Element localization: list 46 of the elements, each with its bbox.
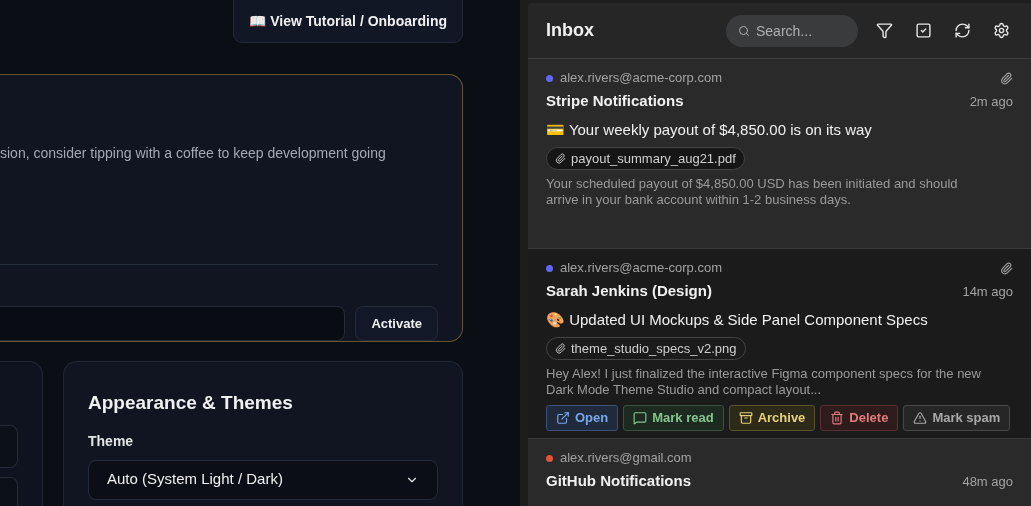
tutorial-button[interactable]: 📖 View Tutorial / Onboarding [233,0,463,43]
attachment-chip[interactable]: payout_summary_aug21.pdf [546,147,745,170]
input-field[interactable] [0,425,18,468]
email-action-button[interactable]: Mark read [623,405,724,431]
sender-name: Sarah Jenkins (Design) [546,281,712,301]
support-text: sion, consider tipping with a coffee to keep development going [0,144,387,163]
email-preview: Your scheduled payout of $4,850.00 USD has been initiated and should arrive in your bank account within 1-2 business days. [546,176,959,208]
settings-icon [993,22,1010,39]
sender-name: GitHub Notifications [546,471,691,491]
email-action-button[interactable]: Open [546,405,619,431]
sender-name: Stripe Notifications [546,91,684,111]
refresh-icon [954,22,971,39]
email-item[interactable]: alex.rivers@gmail.com GitHub Notifications 48m ago [528,439,1031,506]
account-email: alex.rivers@gmail.com [560,449,692,468]
filter-icon [876,22,893,39]
paperclip-icon [555,153,566,164]
license-key-field[interactable] [0,306,346,341]
email-time: 2m ago [969,92,1013,111]
account-email: alex.rivers@acme-corp.com [560,259,722,278]
account-email: alex.rivers@acme-corp.com [560,69,722,88]
checkbox-icon [915,22,932,39]
archive-icon [738,411,753,425]
email-preview: Hey Alex! I just finalized the interactive Figma component specs for the new Dark Mode Theme Studio and compact layout... [546,366,982,398]
activate-button[interactable]: Activate [355,306,438,341]
theme-select[interactable]: Auto (System Light / Dark) [88,459,438,500]
trash-icon [830,411,845,425]
search-icon [738,24,750,37]
email-item[interactable] [528,59,1031,249]
email-time: 14m ago [962,282,1013,301]
email-item[interactable] [528,249,1031,439]
paperclip-icon [555,343,566,354]
inbox-title: Inbox [546,19,594,42]
search-field[interactable]: Search... [726,14,858,47]
input-field[interactable] [0,477,18,506]
email-action-button[interactable]: Mark spam [903,405,1011,431]
card-title: Appearance & Themes [88,391,294,415]
theme-label: Theme [88,431,135,451]
attachment-chip[interactable]: theme_studio_specs_v2.png [546,337,746,360]
email-subject: 💳 Your weekly payout of $4,850.00 is on its way [546,119,873,140]
email-subject: 🎨 Updated UI Mockups & Side Panel Component Specs [546,309,929,330]
email-action-button[interactable]: Delete [820,405,899,431]
message-icon [633,411,648,425]
email-time: 48m ago [962,472,1013,491]
warning-icon [913,411,928,425]
email-action-button[interactable]: Archive [728,405,816,431]
external-link-icon [556,411,570,425]
